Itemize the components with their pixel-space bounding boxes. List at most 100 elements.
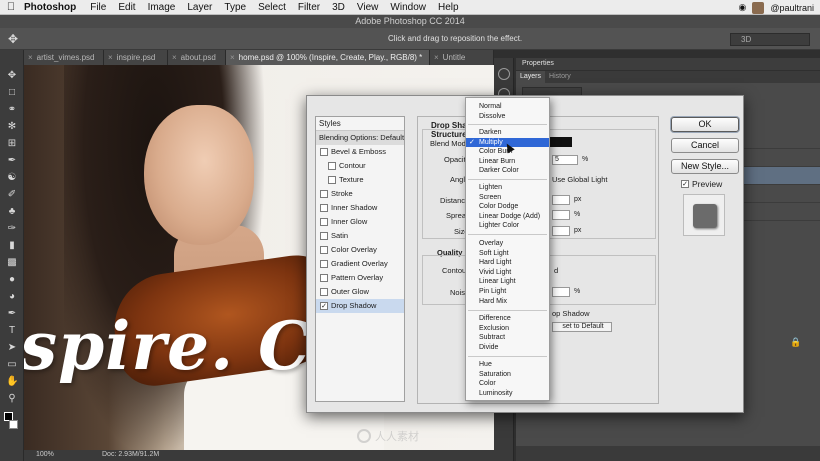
healing-brush-icon[interactable]: ☯ [6, 172, 18, 184]
blending-options-item[interactable]: Blending Options: Default [316, 131, 404, 145]
blend-mode-option[interactable]: Dissolve [466, 112, 549, 122]
menu-3d[interactable]: 3D [326, 2, 351, 13]
spread-input[interactable] [552, 210, 570, 220]
lock-icon[interactable]: 🔒 [790, 337, 801, 348]
checkbox[interactable] [328, 162, 336, 170]
stamp-tool-icon[interactable]: ♣ [6, 206, 18, 218]
apple-icon[interactable]:  [0, 1, 22, 13]
blend-mode-option[interactable]: Subtract [466, 333, 549, 343]
crop-tool-icon[interactable]: ⊞ [6, 138, 18, 150]
blend-mode-option[interactable]: Luminosity [466, 389, 549, 399]
style-color-overlay[interactable]: Color Overlay [316, 243, 404, 257]
blend-mode-option[interactable]: Linear Burn [466, 157, 549, 167]
move-tool-icon[interactable]: ✥ [8, 32, 18, 46]
blend-mode-option[interactable]: Darker Color [466, 166, 549, 176]
reset-to-default-button[interactable]: set to Default [552, 322, 612, 332]
menu-select[interactable]: Select [252, 2, 292, 13]
blend-mode-option[interactable]: Hue [466, 360, 549, 370]
eraser-tool-icon[interactable]: ▮ [6, 240, 18, 252]
menu-view[interactable]: View [351, 2, 385, 13]
workspace-select[interactable]: 3D [730, 33, 810, 46]
style-inner-shadow[interactable]: Inner Shadow [316, 201, 404, 215]
cc-icon[interactable]: ◉ [738, 2, 746, 13]
distance-input[interactable] [552, 195, 570, 205]
blur-tool-icon[interactable]: ● [6, 274, 18, 286]
dodge-tool-icon[interactable]: ◕ [6, 291, 18, 303]
blend-mode-option[interactable]: Soft Light [466, 249, 549, 259]
close-icon[interactable]: × [28, 53, 33, 62]
blend-mode-option[interactable]: Pin Light [466, 287, 549, 297]
style-inner-glow[interactable]: Inner Glow [316, 215, 404, 229]
tab-history[interactable]: History [545, 71, 575, 83]
opacity-input[interactable]: 5 [552, 155, 578, 165]
history-brush-icon[interactable]: ✑ [6, 223, 18, 235]
ok-button[interactable]: OK [671, 117, 739, 132]
checkbox[interactable] [320, 218, 328, 226]
close-icon[interactable]: × [108, 53, 113, 62]
tab-untitled[interactable]: × Untitle [430, 50, 494, 65]
checkbox[interactable] [320, 246, 328, 254]
blend-mode-option[interactable]: Exclusion [466, 324, 549, 334]
menu-type[interactable]: Type [218, 2, 252, 13]
blend-mode-option[interactable]: Hard Mix [466, 297, 549, 307]
checkbox[interactable] [320, 260, 328, 268]
blend-mode-option[interactable]: Lighten [466, 183, 549, 193]
menu-layer[interactable]: Layer [181, 2, 218, 13]
checkbox[interactable] [320, 288, 328, 296]
size-input[interactable] [552, 226, 570, 236]
close-icon[interactable]: × [172, 53, 177, 62]
shadow-color-swatch[interactable] [550, 137, 572, 147]
style-stroke[interactable]: Stroke [316, 187, 404, 201]
panel-dock-icon[interactable] [498, 68, 510, 80]
cancel-button[interactable]: Cancel [671, 138, 739, 153]
style-gradient-overlay[interactable]: Gradient Overlay [316, 257, 404, 271]
tab-about[interactable]: × about.psd [168, 50, 226, 65]
menu-window[interactable]: Window [384, 2, 432, 13]
tab-layers[interactable]: Layers [516, 71, 546, 83]
doc-size[interactable]: Doc: 2.93M/91.2M [102, 451, 159, 458]
style-bevel-emboss[interactable]: Bevel & Emboss [316, 145, 404, 159]
tab-artist[interactable]: × artist_vimes.psd [24, 50, 104, 65]
move-tool-icon[interactable]: ✥ [6, 70, 18, 82]
blend-mode-option[interactable]: Divide [466, 343, 549, 353]
checkbox-checked[interactable]: ✓ [681, 180, 689, 188]
tab-home[interactable]: × home.psd @ 100% (Inspire, Create, Play.… [226, 50, 430, 65]
properties-panel-tab[interactable]: Properties [516, 58, 820, 70]
blend-mode-option[interactable]: Hard Light [466, 258, 549, 268]
blend-mode-option[interactable]: Overlay [466, 239, 549, 249]
blend-mode-option[interactable]: Normal [466, 102, 549, 112]
menu-edit[interactable]: Edit [112, 2, 141, 13]
checkbox[interactable] [320, 232, 328, 240]
type-tool-icon[interactable]: T [6, 325, 18, 337]
menu-file[interactable]: File [84, 2, 112, 13]
style-texture[interactable]: Texture [316, 173, 404, 187]
noise-input[interactable] [552, 287, 570, 297]
new-style-button[interactable]: New Style... [671, 159, 739, 174]
pen-tool-icon[interactable]: ✒ [6, 308, 18, 320]
brush-tool-icon[interactable]: ✐ [6, 189, 18, 201]
lasso-tool-icon[interactable]: ⚭ [6, 104, 18, 116]
close-icon[interactable]: × [230, 53, 235, 62]
blend-mode-option[interactable]: Difference [466, 314, 549, 324]
style-outer-glow[interactable]: Outer Glow [316, 285, 404, 299]
checkbox[interactable] [320, 148, 328, 156]
preview-checkbox[interactable]: ✓ Preview [681, 179, 722, 189]
style-drop-shadow[interactable]: ✓ Drop Shadow [316, 299, 404, 313]
user-name[interactable]: @paultrani [770, 3, 814, 13]
shape-tool-icon[interactable]: ▭ [6, 359, 18, 371]
blend-mode-option[interactable]: Color [466, 379, 549, 389]
blend-mode-option[interactable]: Color Dodge [466, 202, 549, 212]
style-pattern-overlay[interactable]: Pattern Overlay [316, 271, 404, 285]
style-contour[interactable]: Contour [316, 159, 404, 173]
blend-mode-option[interactable]: Darken [466, 128, 549, 138]
blend-mode-option[interactable]: Screen [466, 193, 549, 203]
blend-mode-option[interactable]: Lighter Color [466, 221, 549, 231]
checkbox[interactable] [328, 176, 336, 184]
path-select-icon[interactable]: ➤ [6, 342, 18, 354]
close-icon[interactable]: × [434, 53, 439, 62]
blend-mode-option[interactable]: Vivid Light [466, 268, 549, 278]
quick-select-icon[interactable]: ✻ [6, 121, 18, 133]
checkbox-checked[interactable]: ✓ [320, 302, 328, 310]
checkbox[interactable] [320, 274, 328, 282]
background-color-icon[interactable] [9, 420, 18, 429]
